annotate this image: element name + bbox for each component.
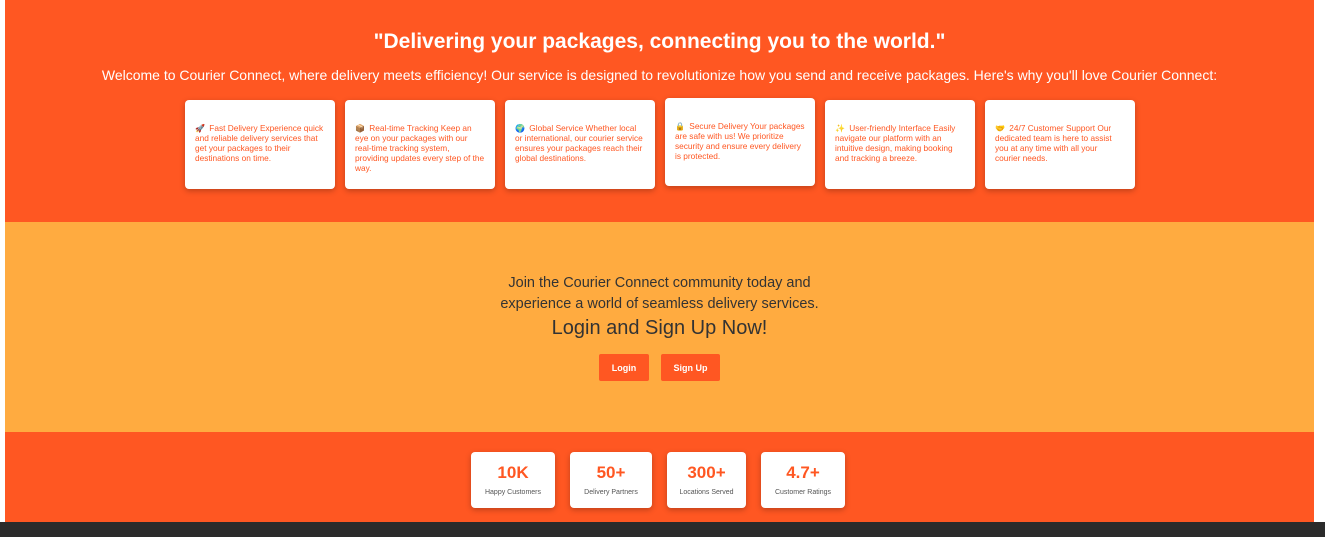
stat-label: Happy Customers: [484, 489, 542, 496]
globe-icon: 🌍: [515, 124, 525, 133]
stat-label: Customer Ratings: [774, 489, 832, 496]
feature-text: 24/7 Customer Support Our dedicated team…: [995, 123, 1112, 163]
feature-card-secure: 🔒 Secure Delivery Your packages are safe…: [665, 98, 815, 186]
feature-text: Real-time Tracking Keep an eye on your p…: [355, 123, 485, 173]
stat-list: 10K Happy Customers 50+ Delivery Partner…: [471, 452, 845, 508]
hero-section: "Delivering your packages, connecting yo…: [5, 0, 1314, 222]
feature-card-global: 🌍 Global Service Whether local or intern…: [505, 100, 655, 189]
stat-value: 300+: [687, 463, 726, 482]
lock-icon: 🔒: [675, 122, 685, 131]
hero-title: "Delivering your packages, connecting yo…: [373, 30, 946, 53]
stat-card-ratings: 4.7+ Customer Ratings: [761, 452, 845, 508]
feature-card-interface: ✨ User-friendly Interface Easily navigat…: [825, 100, 975, 189]
feature-card-fast-delivery: 🚀 Fast Delivery Experience quick and rel…: [185, 100, 335, 189]
signup-button[interactable]: Sign Up: [661, 354, 720, 381]
stat-label: Delivery Partners: [584, 489, 638, 496]
rocket-icon: 🚀: [195, 124, 205, 133]
stat-value: 4.7+: [786, 463, 820, 482]
cta-text: Join the Courier Connect community today…: [500, 275, 819, 312]
feature-text: Fast Delivery Experience quick and relia…: [195, 123, 324, 163]
cta-section: Join the Courier Connect community today…: [5, 222, 1314, 432]
login-button[interactable]: Login: [599, 354, 649, 381]
hero-intro: Welcome to Courier Connect, where delive…: [101, 67, 1218, 83]
sparkles-icon: ✨: [835, 124, 845, 133]
footer-bar: [0, 522, 1325, 537]
cta-heading: Login and Sign Up Now!: [551, 317, 768, 339]
stat-card-customers: 10K Happy Customers: [471, 452, 555, 508]
stat-label: Locations Served: [679, 489, 734, 496]
feature-text: User-friendly Interface Easily navigate …: [835, 123, 956, 163]
stat-value: 50+: [596, 463, 626, 482]
feature-list: 🚀 Fast Delivery Experience quick and rel…: [185, 98, 1135, 189]
feature-card-support: 🤝 24/7 Customer Support Our dedicated te…: [985, 100, 1135, 189]
page: "Delivering your packages, connecting yo…: [0, 0, 1325, 537]
feature-text: Secure Delivery Your packages are safe w…: [675, 121, 805, 161]
stat-value: 10K: [497, 463, 529, 482]
feature-text: Global Service Whether local or internat…: [515, 123, 643, 163]
stat-card-locations: 300+ Locations Served: [667, 452, 746, 508]
feature-card-tracking: 📦 Real-time Tracking Keep an eye on your…: [345, 100, 495, 189]
handshake-icon: 🤝: [995, 124, 1005, 133]
stat-card-partners: 50+ Delivery Partners: [570, 452, 652, 508]
package-icon: 📦: [355, 124, 365, 133]
cta-buttons: Login Sign Up: [599, 354, 720, 381]
